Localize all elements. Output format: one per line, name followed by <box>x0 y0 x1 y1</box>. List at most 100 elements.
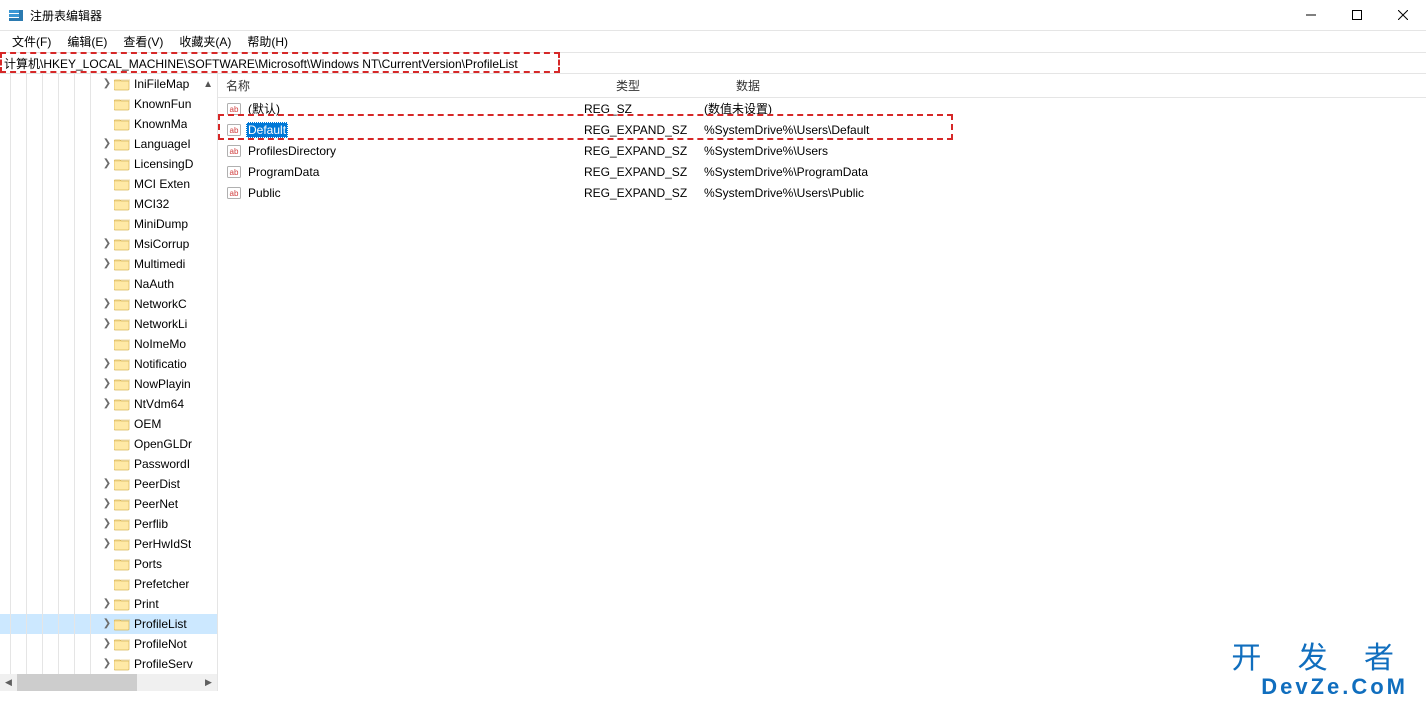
column-header-type[interactable]: 类型 <box>608 77 728 94</box>
tree-item[interactable]: KnownMa <box>0 114 217 134</box>
chevron-right-icon[interactable]: ❯ <box>100 539 114 549</box>
tree-item[interactable]: ❯MsiCorrup <box>0 234 217 254</box>
list-row[interactable]: abPublicREG_EXPAND_SZ%SystemDrive%\Users… <box>218 182 1426 203</box>
column-header-data[interactable]: 数据 <box>728 77 1426 94</box>
menu-item[interactable]: 帮助(H) <box>239 31 296 52</box>
addressbar-wrap: 计算机\HKEY_LOCAL_MACHINE\SOFTWARE\Microsof… <box>0 52 1426 74</box>
menu-item[interactable]: 文件(F) <box>4 31 59 52</box>
column-header-name[interactable]: 名称 <box>218 77 608 94</box>
chevron-right-icon[interactable]: ❯ <box>100 79 114 89</box>
chevron-up-icon[interactable]: ▲ <box>203 79 215 90</box>
folder-icon <box>114 256 130 272</box>
tree-item[interactable]: ❯NowPlayin <box>0 374 217 394</box>
close-button[interactable] <box>1380 0 1426 30</box>
list-body[interactable]: ab(默认)REG_SZ(数值未设置)abDefaultREG_EXPAND_S… <box>218 98 1426 691</box>
list-row[interactable]: abProgramDataREG_EXPAND_SZ%SystemDrive%\… <box>218 161 1426 182</box>
tree-item-label: Multimedi <box>134 257 185 271</box>
tree-item[interactable]: ❯ProfileServ <box>0 654 217 674</box>
tree-item-label: Prefetcher <box>134 577 189 591</box>
tree-item[interactable]: ❯PerHwIdSt <box>0 534 217 554</box>
tree-item[interactable]: ❯ Print <box>0 594 217 614</box>
tree-pane[interactable]: ❯ IniFileMap ▲ KnownFunKnownMa❯LanguageI❯Li… <box>0 74 218 691</box>
chevron-right-icon[interactable]: ❯ <box>100 319 114 329</box>
tree-item[interactable]: MCI32 <box>0 194 217 214</box>
maximize-button[interactable] <box>1334 0 1380 30</box>
tree-item[interactable]: ❯LanguageI <box>0 134 217 154</box>
addressbar[interactable]: 计算机\HKEY_LOCAL_MACHINE\SOFTWARE\Microsof… <box>0 55 518 72</box>
tree-item[interactable]: ❯Notificatio <box>0 354 217 374</box>
chevron-right-icon[interactable]: ❯ <box>100 239 114 249</box>
chevron-right-icon[interactable]: ❯ <box>100 259 114 269</box>
chevron-right-icon[interactable]: ❯ <box>100 599 114 609</box>
list-row[interactable]: abDefaultREG_EXPAND_SZ%SystemDrive%\User… <box>218 119 1426 140</box>
tree-item[interactable]: MCI Exten <box>0 174 217 194</box>
tree-item[interactable]: ❯ PeerDist <box>0 474 217 494</box>
tree-item[interactable]: ❯LicensingD <box>0 154 217 174</box>
chevron-right-icon[interactable]: ❯ <box>100 639 114 649</box>
tree-item[interactable]: ❯ProfileList <box>0 614 217 634</box>
value-data: %SystemDrive%\Users <box>704 144 1426 158</box>
tree-item-label: Ports <box>134 557 162 571</box>
list-row[interactable]: abProfilesDirectoryREG_EXPAND_SZ%SystemD… <box>218 140 1426 161</box>
chevron-right-icon[interactable]: ❯ <box>100 499 114 509</box>
scroll-right-icon[interactable]: ▶ <box>200 674 217 691</box>
folder-icon <box>114 176 130 192</box>
watermark-line2: DevZe.CoM <box>1231 675 1408 698</box>
list-header[interactable]: 名称 类型 数据 <box>218 74 1426 98</box>
chevron-right-icon[interactable]: ❯ <box>100 379 114 389</box>
tree-item[interactable]: ❯NetworkC <box>0 294 217 314</box>
tree-item[interactable]: ❯ IniFileMap ▲ <box>0 74 217 94</box>
folder-icon <box>114 276 130 292</box>
folder-icon <box>114 496 130 512</box>
menu-item[interactable]: 编辑(E) <box>59 31 115 52</box>
tree-item[interactable]: ❯ Multimedi <box>0 254 217 274</box>
chevron-right-icon[interactable]: ❯ <box>100 479 114 489</box>
tree-item-label: NoImeMo <box>134 337 186 351</box>
watermark: 开 发 者 DevZe.CoM <box>1231 643 1408 698</box>
tree-item[interactable]: NaAuth <box>0 274 217 294</box>
tree-item-label: IniFileMap <box>134 77 189 91</box>
list-row[interactable]: ab(默认)REG_SZ(数值未设置) <box>218 98 1426 119</box>
tree-item[interactable]: MiniDump <box>0 214 217 234</box>
tree-item[interactable]: ❯PeerNet <box>0 494 217 514</box>
folder-icon <box>114 196 130 212</box>
chevron-right-icon[interactable]: ❯ <box>100 299 114 309</box>
chevron-right-icon[interactable]: ❯ <box>100 519 114 529</box>
chevron-right-icon[interactable]: ❯ <box>100 139 114 149</box>
chevron-right-icon[interactable]: ❯ <box>100 159 114 169</box>
folder-icon <box>114 556 130 572</box>
bottom-strip <box>0 691 1426 708</box>
tree-item-label: PeerDist <box>134 477 180 491</box>
chevron-right-icon[interactable]: ❯ <box>100 399 114 409</box>
folder-icon <box>114 396 130 412</box>
folder-icon <box>114 136 130 152</box>
tree-item[interactable]: ❯Perflib <box>0 514 217 534</box>
folder-icon <box>114 416 130 432</box>
chevron-right-icon[interactable]: ❯ <box>100 359 114 369</box>
tree-item[interactable]: Ports <box>0 554 217 574</box>
menu-item[interactable]: 收藏夹(A) <box>171 31 239 52</box>
tree-item[interactable]: OpenGLDr <box>0 434 217 454</box>
menu-item[interactable]: 查看(V) <box>115 31 171 52</box>
tree-item-label: OpenGLDr <box>134 437 192 451</box>
minimize-button[interactable] <box>1288 0 1334 30</box>
folder-icon <box>114 656 130 672</box>
folder-icon <box>114 476 130 492</box>
tree-horizontal-scrollbar[interactable]: ◀ ▶ <box>0 674 217 691</box>
tree-item[interactable]: ❯NetworkLi <box>0 314 217 334</box>
tree-item[interactable]: KnownFun <box>0 94 217 114</box>
value-type: REG_EXPAND_SZ <box>584 165 704 179</box>
tree-item[interactable]: ❯NtVdm64 <box>0 394 217 414</box>
tree-item-label: Print <box>134 597 159 611</box>
tree-item[interactable]: ❯ ProfileNot <box>0 634 217 654</box>
tree-item-label: ProfileNot <box>134 637 187 651</box>
scroll-left-icon[interactable]: ◀ <box>0 674 17 691</box>
tree-item[interactable]: NoImeMo <box>0 334 217 354</box>
chevron-right-icon[interactable]: ❯ <box>100 659 114 669</box>
chevron-right-icon[interactable]: ❯ <box>100 619 114 629</box>
tree-item[interactable]: Prefetcher <box>0 574 217 594</box>
tree-item[interactable]: PasswordI <box>0 454 217 474</box>
folder-icon <box>114 456 130 472</box>
folder-icon <box>114 316 130 332</box>
tree-item[interactable]: OEM <box>0 414 217 434</box>
